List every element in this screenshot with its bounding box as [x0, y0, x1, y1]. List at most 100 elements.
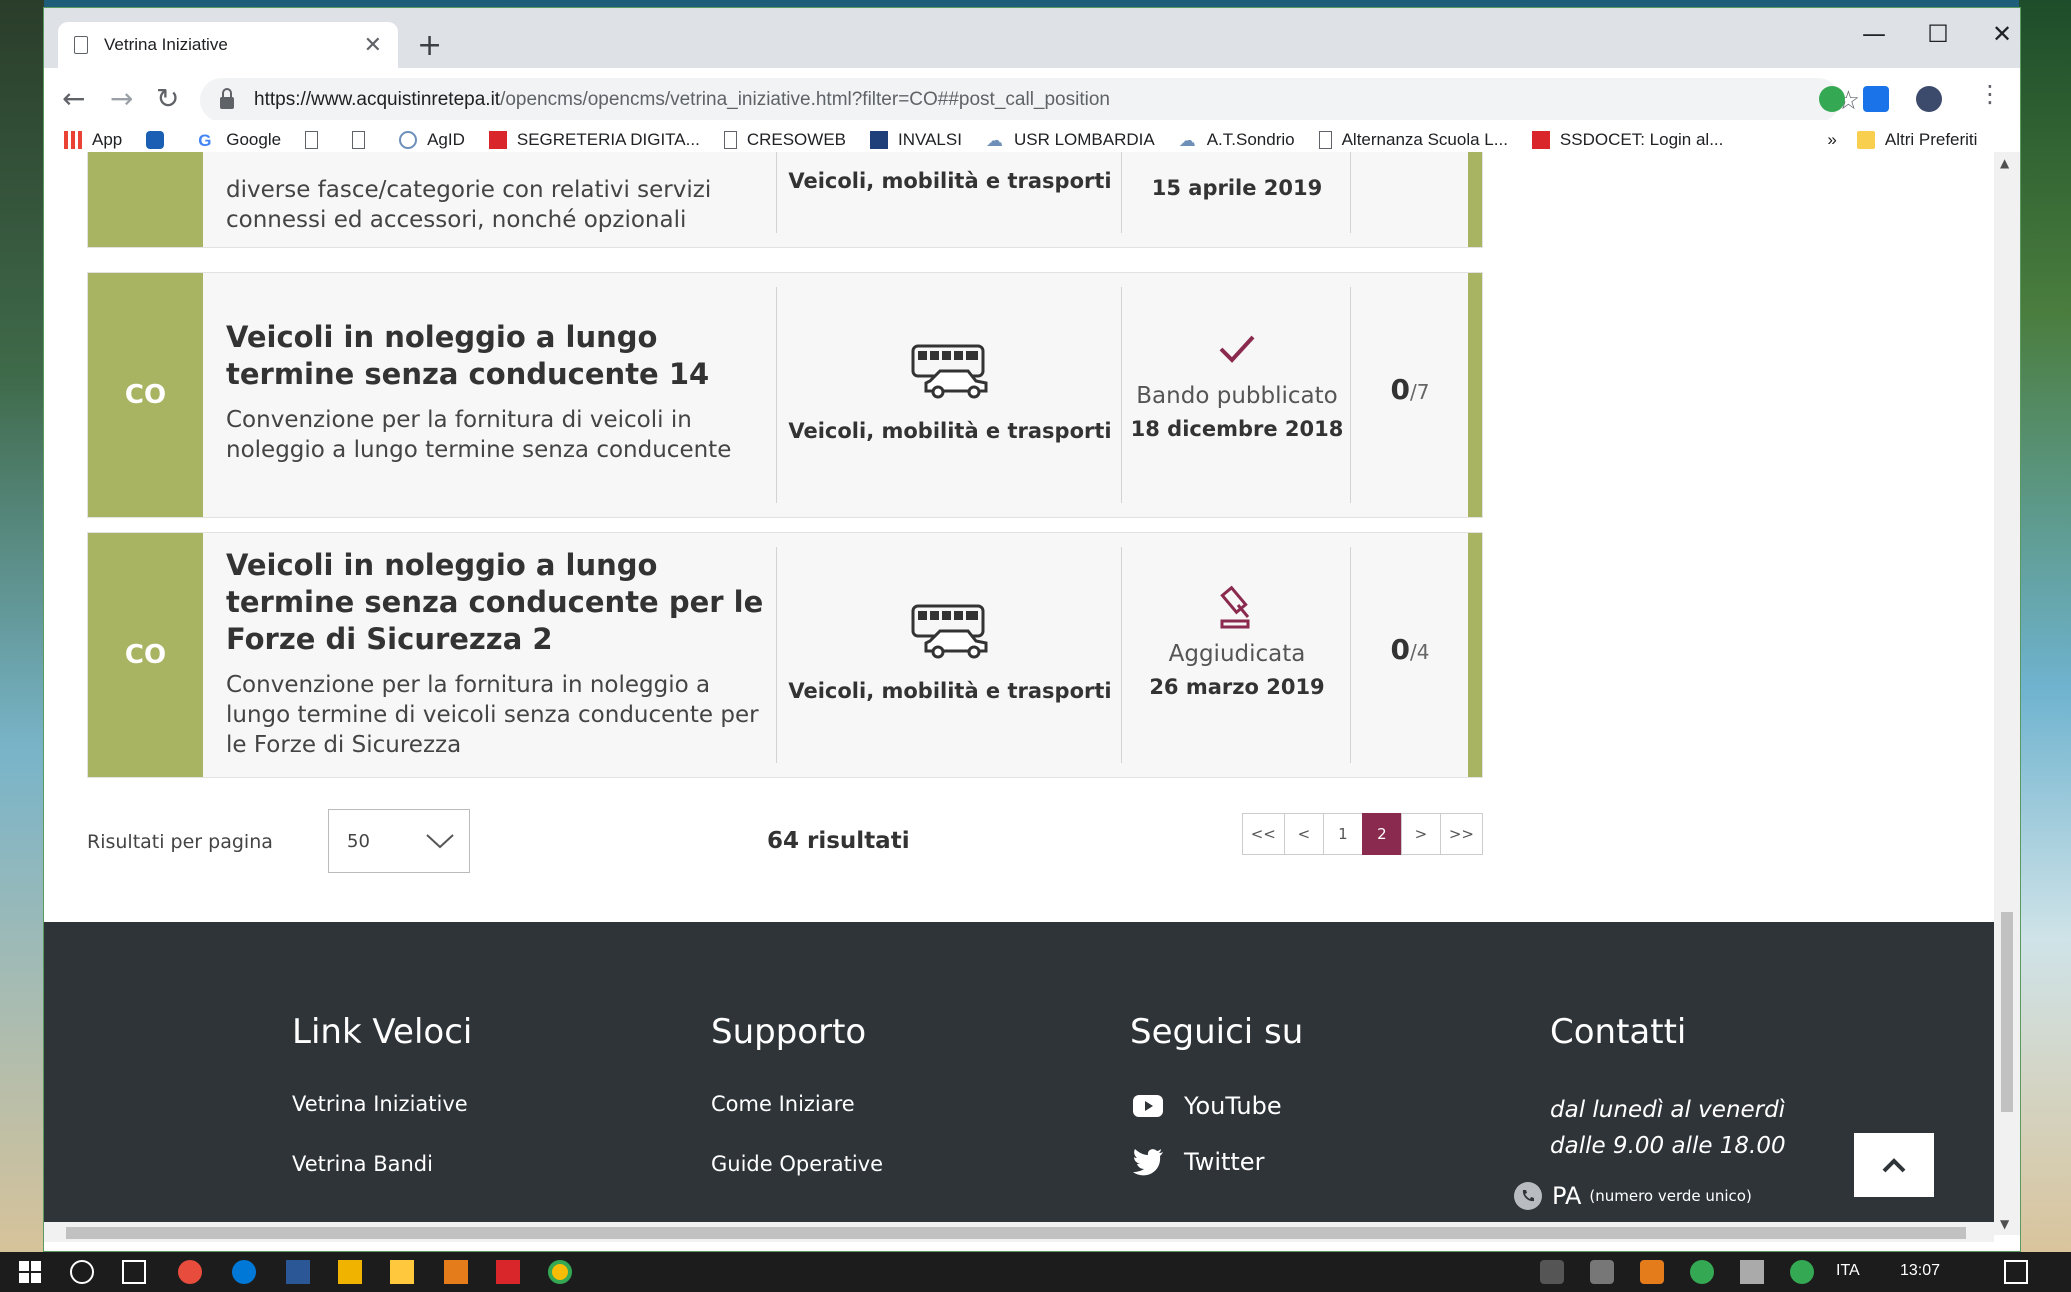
media-app-icon[interactable]: [444, 1260, 468, 1284]
back-button[interactable]: ←: [62, 82, 85, 115]
profile-avatar[interactable]: [1916, 86, 1942, 112]
taskbar: ITA 13:07: [0, 1252, 2071, 1292]
tray-icon[interactable]: [1590, 1260, 1614, 1284]
card-status-date: 26 marzo 2019: [1149, 675, 1325, 699]
bookmark-ssdocet[interactable]: SSDOCET: Login al...: [1531, 130, 1723, 150]
language-indicator[interactable]: ITA: [1836, 1262, 1860, 1280]
page-viewport: diverse fasce/categorie con relativi ser…: [44, 152, 1994, 1235]
store-icon[interactable]: [338, 1260, 362, 1284]
notifications-icon[interactable]: [2004, 1260, 2028, 1284]
bookmark-usr[interactable]: ☁ USR LOMBARDIA: [986, 130, 1155, 150]
bookmark-apps[interactable]: App: [64, 130, 122, 150]
extension-search-icon[interactable]: [1863, 86, 1889, 112]
divider: [776, 287, 777, 503]
first-page-button[interactable]: <<: [1241, 813, 1285, 855]
page-1-button[interactable]: 1: [1322, 813, 1363, 855]
bookmark-cresoweb[interactable]: CRESOWEB: [723, 130, 846, 150]
chrome-icon[interactable]: [548, 1260, 572, 1284]
address-bar[interactable]: https://www.acquistinretepa.it/opencms/o…: [200, 78, 1840, 122]
scrollbar-thumb[interactable]: [66, 1227, 1966, 1239]
url-text: https://www.acquistinretepa.it/opencms/o…: [254, 89, 1110, 110]
clock[interactable]: 13:07: [1900, 1262, 1940, 1280]
reload-button[interactable]: ↻: [156, 82, 179, 115]
initiative-card[interactable]: diverse fasce/categorie con relativi ser…: [87, 152, 1483, 248]
contact-hours: dal lunedì al venerdì dalle 9.00 alle 18…: [1550, 1097, 1786, 1159]
pager: << < 1 2 > >>: [1241, 813, 1483, 855]
other-bookmarks-folder[interactable]: Altri Preferiti: [1856, 130, 1977, 150]
card-status-column: Bando pubblicato 18 dicembre 2018: [1123, 333, 1351, 441]
acrobat-icon[interactable]: [496, 1260, 520, 1284]
more-bookmarks-button[interactable]: »: [1827, 130, 1836, 150]
close-tab-icon[interactable]: ✕: [364, 33, 382, 58]
card-description: diverse fasce/categorie con relativi ser…: [226, 177, 712, 233]
word-icon[interactable]: [286, 1260, 310, 1284]
bookmark-segreteria[interactable]: SEGRETERIA DIGITA...: [488, 130, 700, 150]
footer-supporto: Supporto Come Iniziare Guide Operative: [711, 1012, 883, 1212]
twitter-link[interactable]: Twitter: [1130, 1148, 1303, 1176]
search-circle-icon[interactable]: [70, 1260, 94, 1284]
bookmark-invalsi[interactable]: INVALSI: [870, 130, 962, 150]
chevron-down-icon: [425, 832, 455, 855]
footer-heading: Seguici su: [1130, 1012, 1304, 1052]
extension-check-icon[interactable]: [1819, 86, 1845, 112]
card-description-column: Veicoli in noleggio a lungo termine senz…: [226, 547, 766, 760]
edge-icon[interactable]: [232, 1260, 256, 1284]
horizontal-scrollbar[interactable]: [44, 1222, 1994, 1242]
next-page-button[interactable]: >: [1400, 813, 1441, 855]
close-window-button[interactable]: ✕: [1982, 20, 2020, 48]
twitter-icon: [1130, 1148, 1166, 1176]
back-to-top-button[interactable]: [1854, 1133, 1934, 1197]
bookmark-blue[interactable]: [146, 130, 174, 149]
divider: [776, 152, 777, 233]
card-description-column: Veicoli in noleggio a lungo termine senz…: [226, 319, 766, 465]
card-count: 0/7: [1390, 373, 1430, 406]
last-page-button[interactable]: >>: [1439, 813, 1483, 855]
page-icon: [74, 36, 88, 54]
network-icon[interactable]: [1740, 1260, 1764, 1284]
start-windows-icon[interactable]: [18, 1260, 42, 1284]
tray-icon[interactable]: [1690, 1260, 1714, 1284]
title-bar: Vetrina Iniziative ✕ + — ☐ ✕: [44, 8, 2020, 68]
card-category-column: Veicoli, mobilità e trasporti: [778, 603, 1122, 703]
footer-link[interactable]: Vetrina Iniziative: [292, 1092, 472, 1116]
bookmark-alternanza[interactable]: Alternanza Scuola L...: [1318, 130, 1508, 150]
youtube-link[interactable]: YouTube: [1130, 1092, 1303, 1120]
task-view-icon[interactable]: [122, 1260, 146, 1284]
file-explorer-icon[interactable]: [390, 1260, 414, 1284]
bookmark-google[interactable]: G Google: [198, 130, 281, 150]
bookmark-agid[interactable]: AgID: [399, 130, 465, 150]
prev-page-button[interactable]: <: [1283, 813, 1324, 855]
taskbar-app-icon[interactable]: [178, 1260, 202, 1284]
tray-icon[interactable]: [1640, 1260, 1664, 1284]
tray-icon[interactable]: [1790, 1260, 1814, 1284]
maximize-button[interactable]: ☐: [1918, 20, 1958, 48]
new-tab-button[interactable]: +: [417, 28, 442, 63]
results-per-page-select[interactable]: 50: [328, 809, 470, 873]
phone-icon: [1514, 1182, 1542, 1210]
tray-icon[interactable]: [1540, 1260, 1564, 1284]
forward-button[interactable]: →: [110, 82, 133, 115]
minimize-button[interactable]: —: [1854, 20, 1894, 48]
contact-phone[interactable]: PA (numero verde unico): [1514, 1182, 1786, 1210]
bookmark-at-sondrio[interactable]: ☁ A.T.Sondrio: [1179, 130, 1295, 150]
scrollbar-thumb[interactable]: [2001, 912, 2013, 1112]
vertical-scrollbar[interactable]: ▲ ▼: [1994, 152, 2020, 1235]
youtube-icon: [1130, 1095, 1166, 1117]
menu-kebab-icon[interactable]: ⋮: [1978, 80, 2002, 108]
card-count: 0/4: [1390, 633, 1430, 666]
card-status-date: 18 dicembre 2018: [1130, 417, 1344, 441]
browser-tab[interactable]: Vetrina Iniziative ✕: [58, 22, 398, 68]
bookmark-page-1[interactable]: [305, 130, 328, 149]
page-2-button[interactable]: 2: [1361, 813, 1402, 855]
card-code: CO: [88, 273, 203, 517]
card-title[interactable]: Veicoli in noleggio a lungo termine senz…: [226, 319, 766, 393]
initiative-card[interactable]: CO Veicoli in noleggio a lungo termine s…: [87, 272, 1483, 518]
footer-link[interactable]: Guide Operative: [711, 1152, 883, 1176]
initiative-card[interactable]: CO Veicoli in noleggio a lungo termine s…: [87, 532, 1483, 778]
footer-heading: Link Veloci: [292, 1012, 473, 1052]
card-title[interactable]: Veicoli in noleggio a lungo termine senz…: [226, 547, 766, 658]
footer-link[interactable]: Vetrina Bandi: [292, 1152, 472, 1176]
footer-link[interactable]: Come Iniziare: [711, 1092, 883, 1116]
bookmark-page-2[interactable]: [352, 130, 375, 149]
card-category: Veicoli, mobilità e trasporti: [788, 169, 1112, 193]
